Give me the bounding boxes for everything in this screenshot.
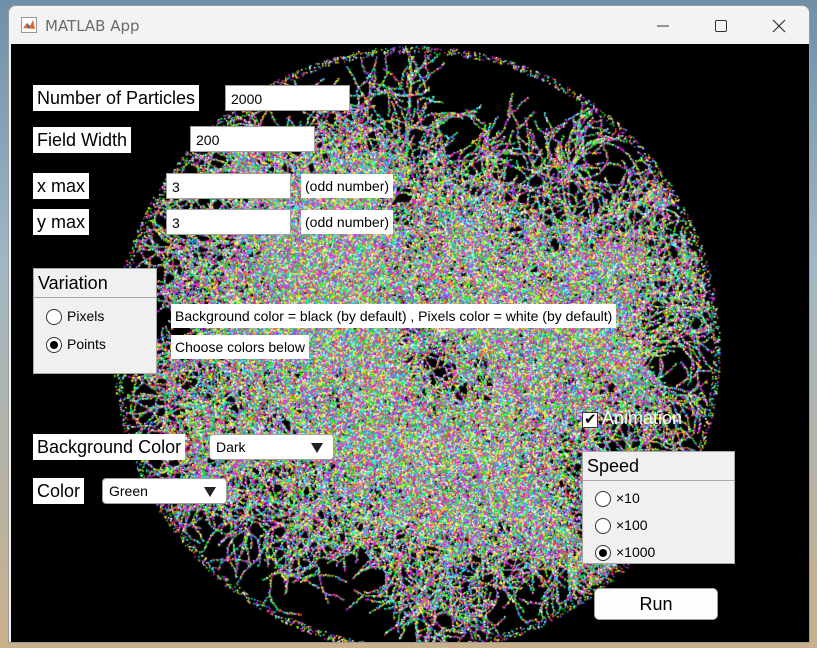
radio-selected-dot bbox=[599, 549, 607, 557]
chevron-down-icon bbox=[311, 443, 323, 453]
radio-label: Pixels bbox=[67, 308, 105, 324]
title-bar[interactable]: MATLAB App bbox=[9, 6, 809, 44]
radio-button[interactable] bbox=[46, 309, 62, 325]
field-width-input[interactable]: 200 bbox=[190, 126, 315, 152]
variation-title: Variation bbox=[34, 269, 156, 298]
matlab-logo-icon bbox=[21, 17, 37, 33]
radio-selected-dot bbox=[50, 341, 58, 349]
ymax-label: y max bbox=[33, 209, 90, 235]
field-width-label: Field Width bbox=[33, 127, 132, 153]
xmax-input[interactable]: 3 bbox=[166, 173, 291, 199]
run-button[interactable]: Run bbox=[594, 588, 718, 620]
radio-button[interactable] bbox=[46, 337, 62, 353]
maximize-icon bbox=[715, 20, 727, 32]
particles-input[interactable]: 2000 bbox=[225, 85, 350, 111]
speed-title: Speed bbox=[583, 452, 734, 481]
minimize-icon bbox=[657, 25, 669, 27]
minimize-button[interactable] bbox=[634, 6, 692, 44]
radio-button[interactable] bbox=[595, 518, 611, 534]
radio-label: ×100 bbox=[616, 517, 648, 533]
default-colors-note: Background color = black (by default) , … bbox=[171, 304, 617, 328]
plot-canvas: Number of Particles 2000 Field Width 200… bbox=[11, 44, 809, 642]
dropdown-value: Dark bbox=[216, 439, 246, 455]
ymax-note: (odd number) bbox=[301, 210, 394, 234]
xmax-label: x max bbox=[33, 173, 90, 199]
radio-label: Points bbox=[67, 336, 106, 352]
variation-panel: Variation Pixels Points bbox=[33, 268, 157, 374]
checkmark-icon: ✔ bbox=[584, 410, 597, 428]
choose-colors-note: Choose colors below bbox=[171, 335, 309, 359]
close-button[interactable] bbox=[750, 6, 808, 44]
close-icon bbox=[772, 19, 786, 33]
chevron-down-icon bbox=[204, 487, 216, 497]
color-dropdown[interactable]: Green bbox=[102, 478, 227, 504]
app-window: MATLAB App Number of Particles 2000 Fiel… bbox=[8, 5, 810, 643]
particles-label: Number of Particles bbox=[33, 85, 200, 111]
radio-label: ×10 bbox=[616, 490, 640, 506]
radio-label: ×1000 bbox=[616, 544, 656, 560]
background-color-dropdown[interactable]: Dark bbox=[209, 434, 334, 460]
radio-button[interactable] bbox=[595, 545, 611, 561]
ymax-input[interactable]: 3 bbox=[166, 209, 291, 235]
window-title: MATLAB App bbox=[45, 17, 140, 35]
maximize-button[interactable] bbox=[692, 6, 750, 44]
dropdown-value: Green bbox=[109, 483, 148, 499]
color-label: Color bbox=[33, 478, 85, 504]
background-color-label: Background Color bbox=[33, 434, 186, 460]
checkbox-box[interactable]: ✔ bbox=[582, 410, 598, 428]
xmax-note: (odd number) bbox=[301, 174, 394, 198]
radio-button[interactable] bbox=[595, 491, 611, 507]
animation-label: Animation bbox=[602, 408, 683, 428]
speed-panel: Speed ×10 ×100 ×1000 bbox=[582, 451, 735, 564]
